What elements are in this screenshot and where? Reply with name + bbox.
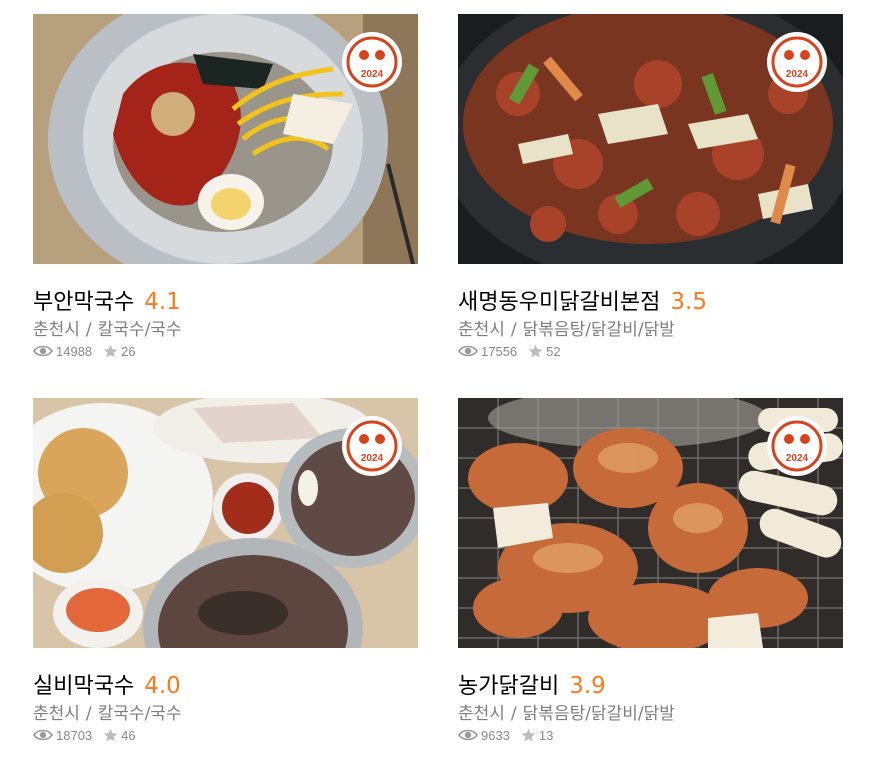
meta-separator: / bbox=[510, 704, 517, 724]
star-icon bbox=[103, 728, 118, 742]
view-count: 17556 bbox=[481, 343, 518, 359]
review-count: 46 bbox=[121, 727, 136, 743]
food-category: 닭볶음탕/닭갈비/닭발 bbox=[522, 704, 675, 724]
restaurant-name[interactable]: 실비막국수 bbox=[33, 668, 134, 700]
star-icon bbox=[528, 344, 543, 358]
award-badge-icon: 2024 bbox=[344, 34, 400, 90]
award-badge-icon: 2024 bbox=[344, 418, 400, 474]
eye-icon bbox=[458, 729, 478, 741]
award-badge-icon: 2024 bbox=[769, 34, 825, 90]
food-category: 닭볶음탕/닭갈비/닭발 bbox=[522, 320, 675, 340]
rating-score: 4.1 bbox=[144, 289, 181, 315]
meta-separator: / bbox=[510, 320, 517, 340]
rating-score: 3.5 bbox=[670, 289, 707, 315]
review-count: 26 bbox=[121, 343, 136, 359]
location-category: 춘천시 / 닭볶음탕/닭갈비/닭발 bbox=[458, 315, 843, 340]
star-icon bbox=[521, 728, 536, 742]
star-icon bbox=[103, 344, 118, 358]
meta-separator: / bbox=[85, 320, 92, 340]
restaurant-photo[interactable]: 2024 bbox=[33, 398, 418, 648]
restaurant-name[interactable]: 농가닭갈비 bbox=[458, 668, 559, 700]
city: 춘천시 bbox=[458, 704, 505, 724]
restaurant-card[interactable]: 2024 농가닭갈비 3.9 춘천시 / 닭볶음탕/닭갈비/닭발 9633 13 bbox=[458, 398, 843, 745]
stats-row: 17556 52 bbox=[458, 341, 843, 361]
stats-row: 9633 13 bbox=[458, 725, 843, 745]
restaurant-photo[interactable]: 2024 bbox=[458, 398, 843, 648]
city: 춘천시 bbox=[33, 320, 80, 340]
rating-score: 3.9 bbox=[569, 673, 606, 699]
restaurant-card[interactable]: 2024 실비막국수 4.0 춘천시 / 칼국수/국수 18703 46 bbox=[33, 398, 418, 745]
award-badge-icon: 2024 bbox=[769, 418, 825, 474]
restaurant-name[interactable]: 부안막국수 bbox=[33, 284, 134, 316]
badge-year: 2024 bbox=[786, 69, 809, 80]
restaurant-name[interactable]: 새명동우미닭갈비본점 bbox=[458, 284, 660, 316]
view-count: 9633 bbox=[481, 727, 510, 743]
stats-row: 14988 26 bbox=[33, 341, 418, 361]
eye-icon bbox=[33, 729, 53, 741]
view-count: 14988 bbox=[56, 343, 93, 359]
restaurant-photo[interactable]: 2024 bbox=[33, 14, 418, 264]
restaurant-photo[interactable]: 2024 bbox=[458, 14, 843, 264]
location-category: 춘천시 / 닭볶음탕/닭갈비/닭발 bbox=[458, 699, 843, 724]
review-count: 13 bbox=[538, 727, 554, 743]
food-category: 칼국수/국수 bbox=[97, 704, 182, 724]
eye-icon bbox=[33, 345, 53, 357]
location-category: 춘천시 / 칼국수/국수 bbox=[33, 315, 418, 340]
eye-icon bbox=[458, 345, 478, 357]
stats-row: 18703 46 bbox=[33, 725, 418, 745]
city: 춘천시 bbox=[33, 704, 80, 724]
city: 춘천시 bbox=[458, 320, 505, 340]
rating-score: 4.0 bbox=[144, 673, 181, 699]
review-count: 52 bbox=[546, 343, 561, 359]
view-count: 18703 bbox=[56, 727, 93, 743]
badge-year: 2024 bbox=[361, 69, 384, 80]
badge-year: 2024 bbox=[361, 453, 384, 464]
restaurant-card[interactable]: 2024 새명동우미닭갈비본점 3.5 춘천시 / 닭볶음탕/닭갈비/닭발 1755… bbox=[458, 14, 843, 361]
location-category: 춘천시 / 칼국수/국수 bbox=[33, 699, 418, 724]
meta-separator: / bbox=[85, 704, 92, 724]
food-category: 칼국수/국수 bbox=[97, 320, 182, 340]
badge-year: 2024 bbox=[786, 453, 809, 464]
restaurant-card[interactable]: 2024 부안막국수 4.1 춘천시 / 칼국수/국수 14988 26 bbox=[33, 14, 418, 361]
